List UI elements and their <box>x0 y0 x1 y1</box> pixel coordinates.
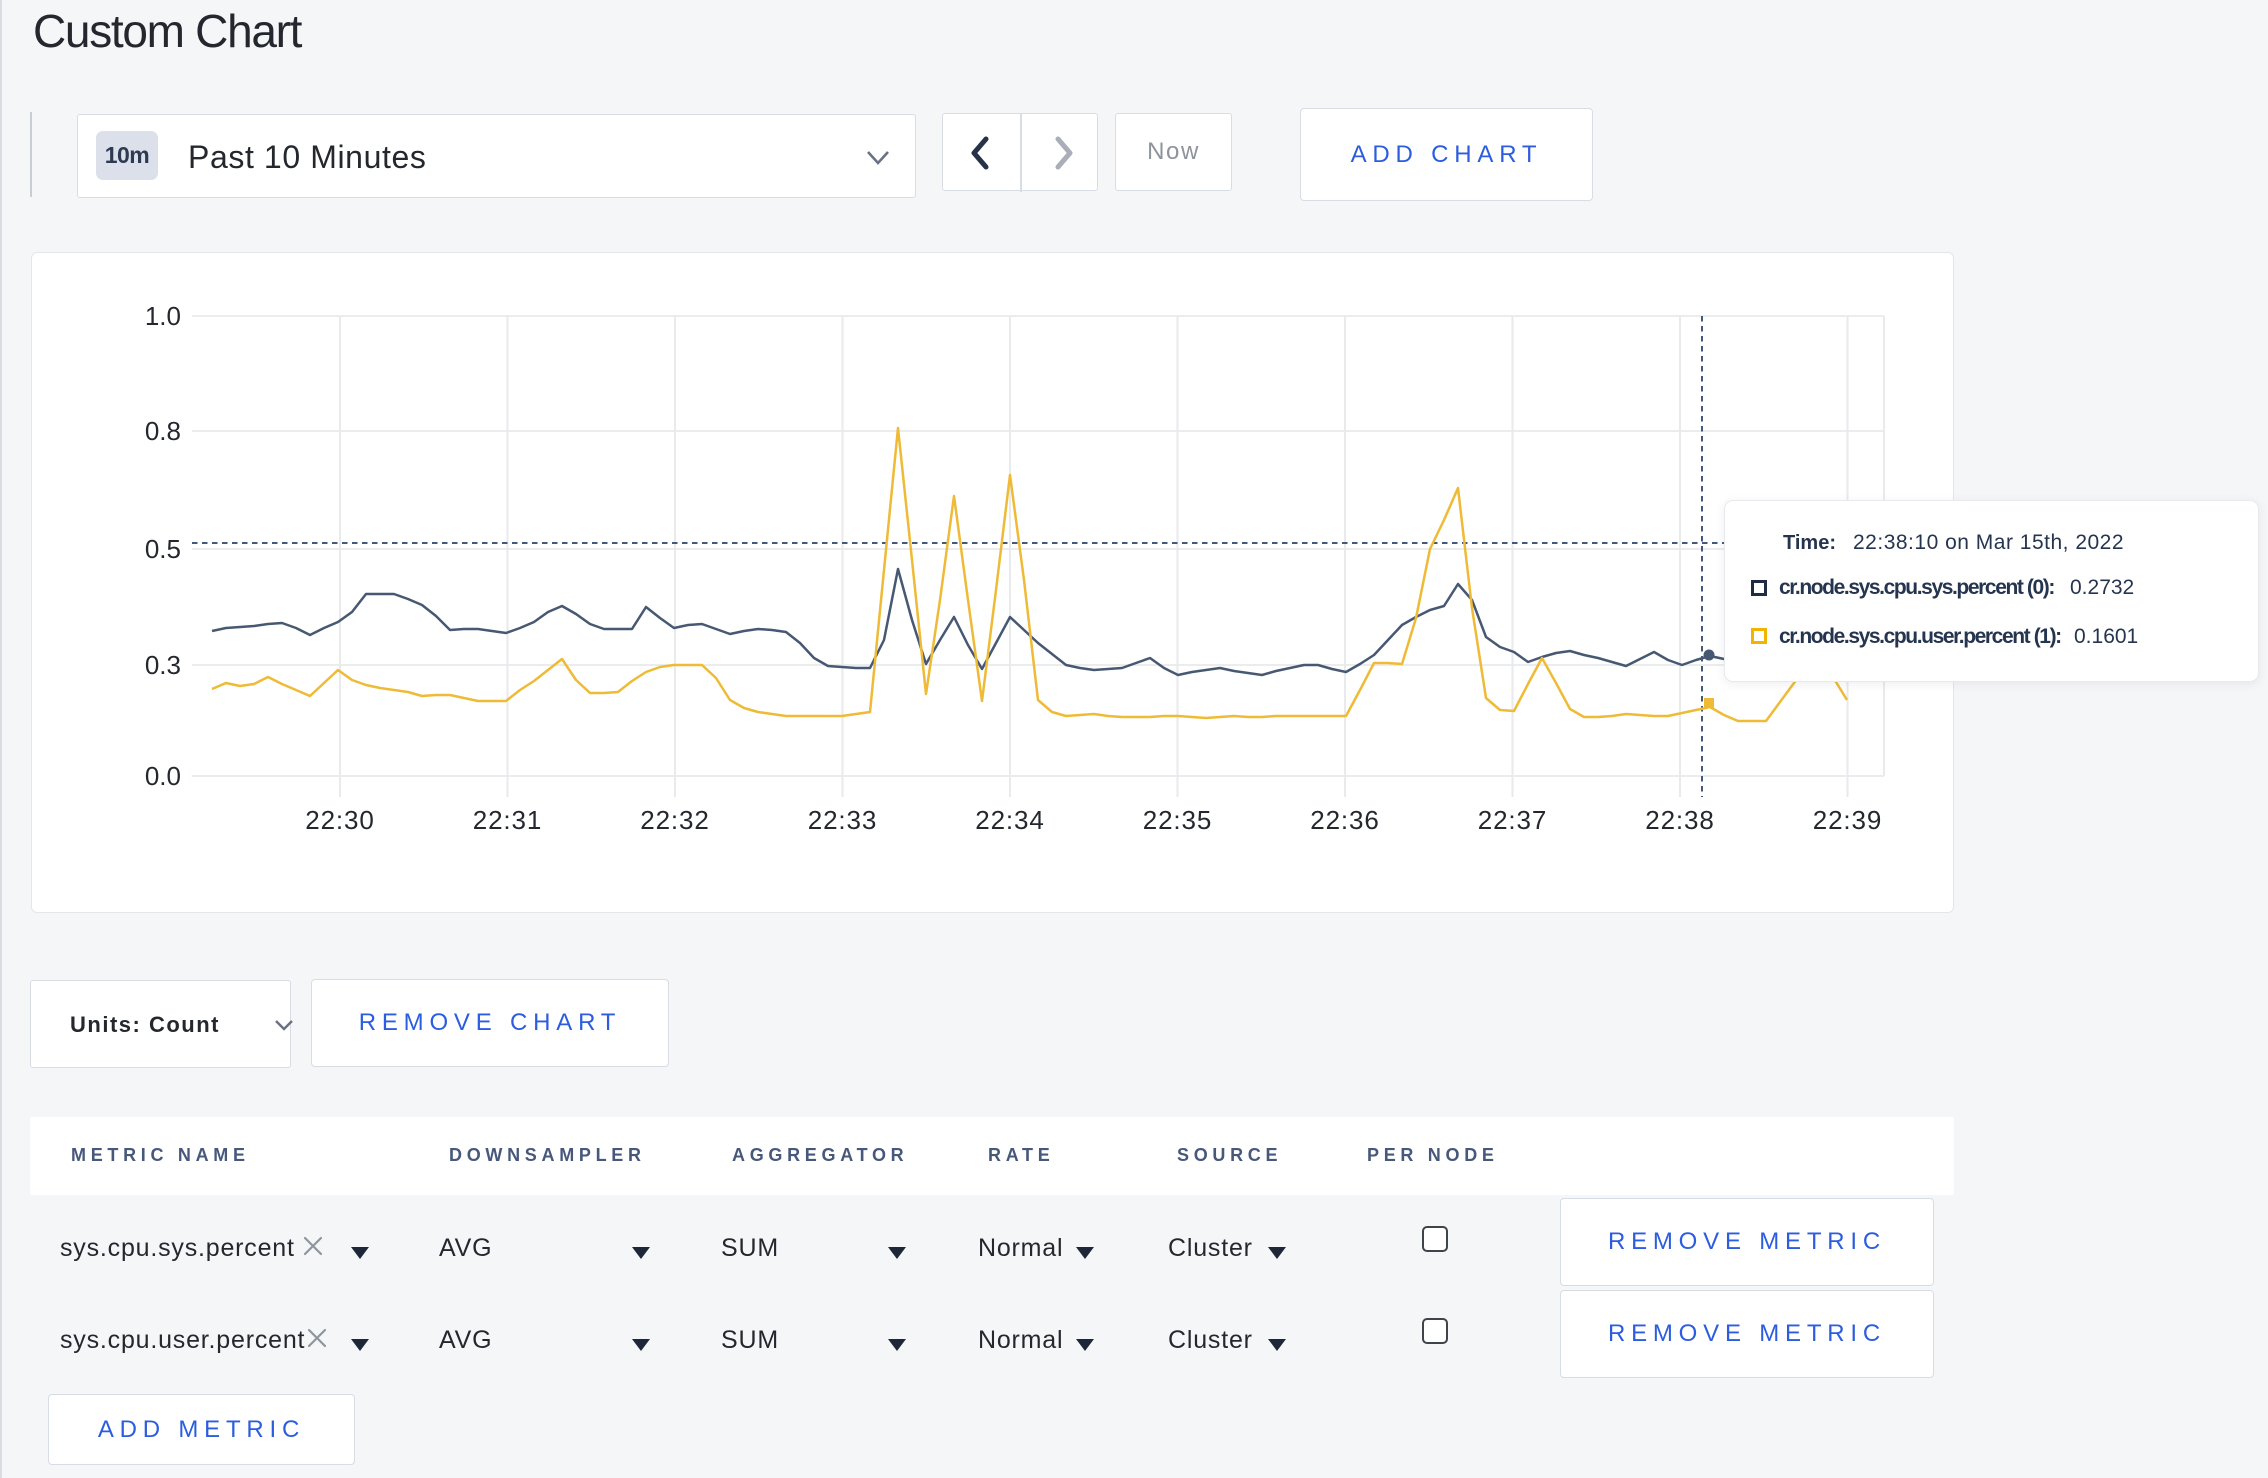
svg-text:0.8: 0.8 <box>145 416 181 446</box>
svg-text:22:35: 22:35 <box>1143 805 1213 835</box>
svg-text:22:32: 22:32 <box>640 805 710 835</box>
svg-text:0.3: 0.3 <box>145 650 181 680</box>
svg-text:1.0: 1.0 <box>145 301 181 331</box>
svg-text:22:33: 22:33 <box>808 805 878 835</box>
svg-text:22:37: 22:37 <box>1478 805 1548 835</box>
svg-text:22:31: 22:31 <box>473 805 543 835</box>
svg-text:22:39: 22:39 <box>1813 805 1883 835</box>
svg-text:0.0: 0.0 <box>145 761 181 791</box>
svg-text:22:30: 22:30 <box>305 805 375 835</box>
svg-text:22:34: 22:34 <box>975 805 1045 835</box>
svg-text:0.5: 0.5 <box>145 534 181 564</box>
svg-text:22:38: 22:38 <box>1645 805 1715 835</box>
svg-text:22:36: 22:36 <box>1310 805 1380 835</box>
